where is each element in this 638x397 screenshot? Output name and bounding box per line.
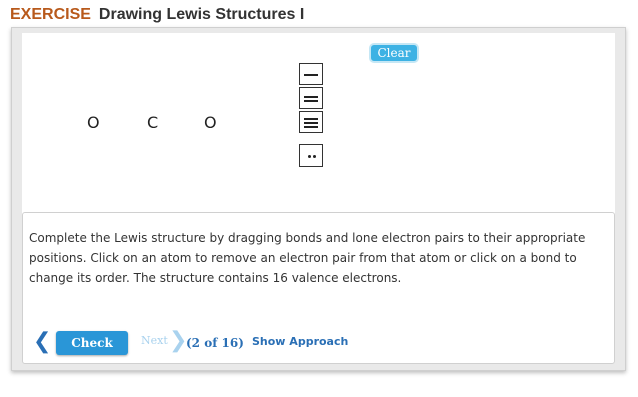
check-button[interactable]: Check: [56, 331, 128, 355]
single-bond-icon[interactable]: [299, 63, 323, 85]
show-approach-link[interactable]: Show Approach: [252, 335, 348, 348]
exercise-header: EXERCISE Drawing Lewis Structures I: [10, 6, 304, 26]
instructions-text: Complete the Lewis structure by dragging…: [29, 231, 586, 285]
atom-oxygen-right[interactable]: O: [204, 113, 217, 132]
lone-pair-icon[interactable]: [299, 144, 323, 167]
next-link[interactable]: Next: [141, 334, 168, 347]
instructions-panel: Complete the Lewis structure by dragging…: [22, 212, 615, 364]
page-counter: (2 of 16): [186, 336, 244, 350]
next-arrow-icon[interactable]: ❯: [169, 330, 187, 352]
atom-carbon[interactable]: C: [147, 113, 158, 132]
clear-button[interactable]: Clear: [369, 43, 419, 63]
exercise-frame: Clear O C O Complete the Lewis structure…: [11, 27, 626, 371]
triple-bond-icon[interactable]: [299, 111, 323, 133]
previous-arrow-icon[interactable]: ❮: [33, 331, 51, 353]
atom-oxygen-left[interactable]: O: [87, 113, 100, 132]
navigation-bar: ❮ Check Next ❯ (2 of 16) Show Approach: [29, 330, 589, 355]
exercise-title: Drawing Lewis Structures I: [98, 6, 305, 23]
drawing-canvas[interactable]: Clear O C O: [22, 33, 615, 218]
exercise-label: EXERCISE: [10, 6, 91, 23]
double-bond-icon[interactable]: [299, 87, 323, 109]
